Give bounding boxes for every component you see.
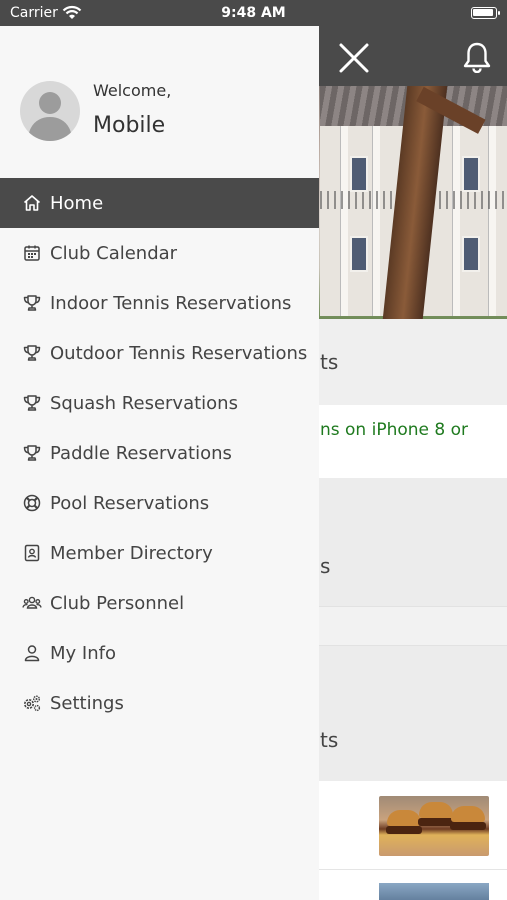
menu-item-pool[interactable]: Pool Reservations [0,478,319,528]
group-icon [20,591,44,615]
close-icon[interactable] [338,42,370,74]
menu-item-indoor-tennis[interactable]: Indoor Tennis Reservations [0,278,319,328]
menu-item-settings[interactable]: Settings [0,678,319,728]
menu-item-squash[interactable]: Squash Reservations [0,378,319,428]
contact-card-icon [20,541,44,565]
trophy-icon [20,291,44,315]
username-label: Mobile [93,113,166,138]
navigation-drawer: Welcome, Mobile Home Club Calendar Indoo… [0,26,319,900]
menu-item-label: Club Calendar [50,242,178,264]
menu-item-club-calendar[interactable]: Club Calendar [0,228,319,278]
notice-text-fragment: ns on iPhone 8 or [320,420,469,440]
menu-item-label: Pool Reservations [50,492,210,514]
menu-item-label: Indoor Tennis Reservations [50,292,292,314]
home-icon [20,191,44,215]
status-bar: Carrier 9:48 AM [0,0,507,26]
gears-icon [20,691,44,715]
bell-icon[interactable] [462,41,492,73]
avatar[interactable] [20,81,80,141]
battery-icon [471,7,500,19]
section-title-fragment: s [320,554,331,578]
menu-item-my-info[interactable]: My Info [0,628,319,678]
menu-item-home[interactable]: Home [0,178,319,228]
menu-item-paddle[interactable]: Paddle Reservations [0,428,319,478]
menu-item-label: My Info [50,642,116,664]
food-thumbnail [379,796,489,856]
welcome-label: Welcome, [93,81,172,100]
section-title-fragment: ts [320,728,339,752]
trophy-icon [20,441,44,465]
menu-item-member-directory[interactable]: Member Directory [0,528,319,578]
calendar-icon [20,241,44,265]
menu-item-label: Club Personnel [50,592,185,614]
trophy-icon [20,341,44,365]
menu-item-label: Squash Reservations [50,392,238,414]
menu-item-label: Member Directory [50,542,213,564]
menu-item-label: Settings [50,692,124,714]
drawer-menu: Home Club Calendar Indoor Tennis Reserva… [0,178,319,728]
menu-item-label: Outdoor Tennis Reservations [50,342,308,364]
menu-item-label: Home [50,192,104,214]
section-title-fragment: ts [320,350,339,374]
user-silhouette-icon [28,92,72,141]
menu-item-outdoor-tennis[interactable]: Outdoor Tennis Reservations [0,328,319,378]
menu-item-label: Paddle Reservations [50,442,232,464]
lifebuoy-icon [20,491,44,515]
trophy-icon [20,391,44,415]
profile-header: Welcome, Mobile [0,26,319,178]
status-time: 9:48 AM [221,5,286,21]
photo-thumbnail [379,883,489,900]
user-icon [20,641,44,665]
menu-item-club-personnel[interactable]: Club Personnel [0,578,319,628]
